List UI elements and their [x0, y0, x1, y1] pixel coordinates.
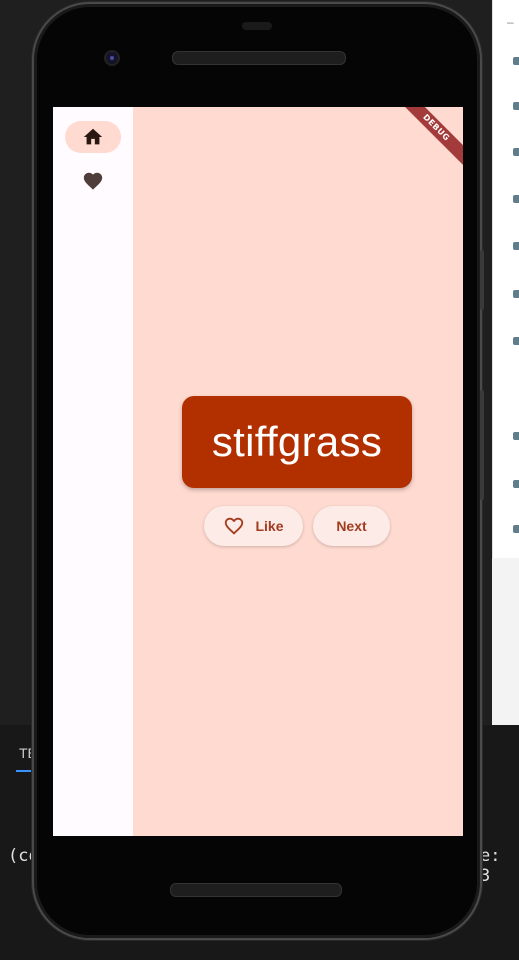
ide-tool-icon[interactable]	[513, 57, 519, 65]
ide-tool-icon[interactable]	[513, 525, 519, 533]
ide-tool-icon[interactable]	[513, 432, 519, 440]
navigation-rail	[53, 107, 133, 836]
generator-page: stiffgrass Like Next	[133, 107, 463, 836]
front-camera-icon	[104, 50, 120, 66]
ide-tool-icon[interactable]	[513, 102, 519, 110]
like-button-label: Like	[255, 518, 284, 534]
terminal-text-right: e: 3	[480, 846, 501, 886]
phone-earpiece	[172, 51, 346, 65]
ide-tool-icon[interactable]	[513, 290, 519, 298]
phone-power-button	[480, 250, 484, 310]
like-button[interactable]: Like	[204, 506, 303, 546]
phone-volume-button	[480, 390, 484, 500]
ide-collapse-icon[interactable]: –	[507, 15, 514, 29]
next-button[interactable]: Next	[313, 506, 390, 546]
phone-bottom-speaker	[170, 883, 342, 897]
word-pair-text: stiffgrass	[211, 418, 383, 465]
nav-item-favorites[interactable]	[65, 165, 121, 197]
ide-tool-icon[interactable]	[513, 148, 519, 156]
ide-tool-strip	[492, 0, 519, 558]
word-pair-card: stiffgrass	[182, 396, 412, 488]
heart-outline-icon	[225, 517, 244, 535]
app-screen: stiffgrass Like Next DEBUG	[53, 107, 463, 836]
home-icon	[83, 128, 103, 145]
phone-top-notch	[242, 22, 272, 30]
ide-tool-icon[interactable]	[513, 242, 519, 250]
ide-tool-icon[interactable]	[513, 480, 519, 488]
ide-tool-icon[interactable]	[513, 195, 519, 203]
next-button-label: Next	[336, 518, 367, 534]
nav-item-home[interactable]	[65, 121, 121, 153]
heart-icon	[83, 172, 103, 190]
ide-tool-icon[interactable]	[513, 337, 519, 345]
